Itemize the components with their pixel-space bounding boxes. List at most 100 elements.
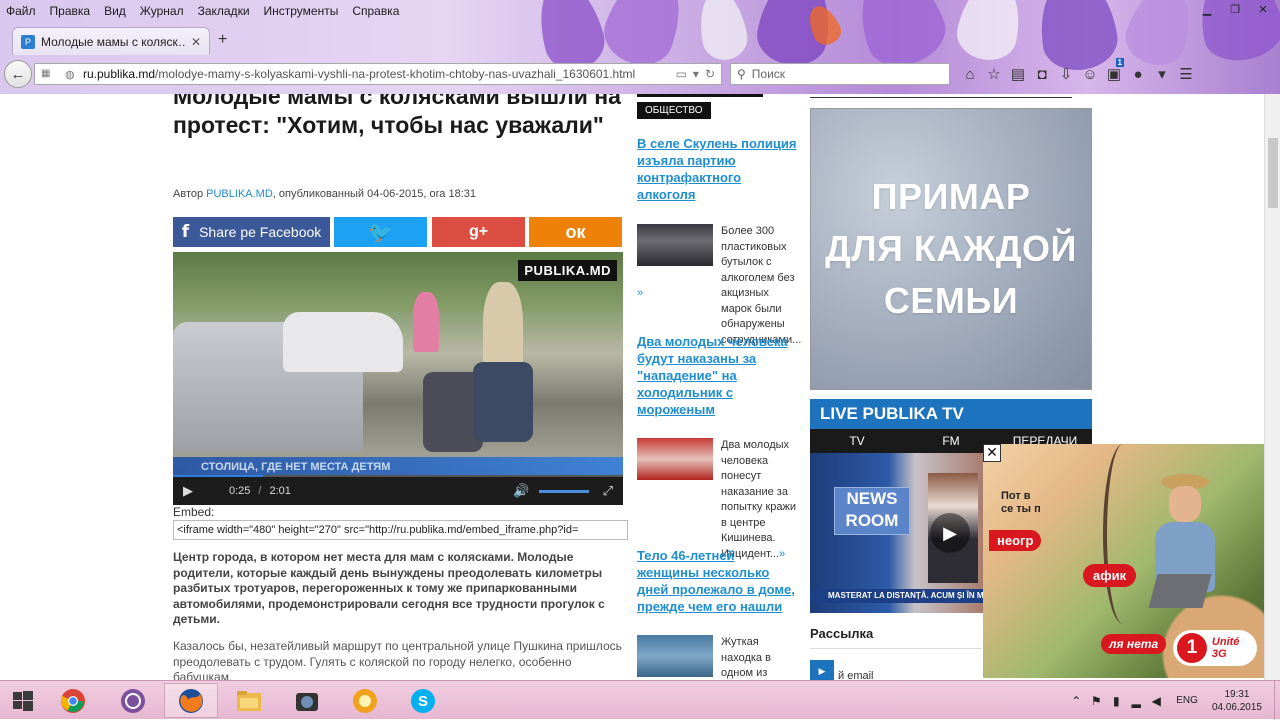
scrollbar-thumb[interactable]	[1268, 138, 1278, 208]
unite-brand: Unité 3G	[1211, 636, 1240, 660]
article-title: Молодые мамы с колясками вышли на протес…	[173, 94, 621, 138]
download-icon[interactable]: ⇩	[1054, 62, 1078, 86]
bookmarks-list-icon[interactable]: ▤	[1006, 62, 1030, 86]
menu-edit[interactable]: Правка	[50, 4, 91, 18]
primar-ad-banner[interactable]: ПРИМАР ДЛЯ КАЖДОЙ СЕМЬИ	[810, 108, 1092, 390]
video-person	[413, 292, 439, 352]
smiley-icon[interactable]: ☺	[1078, 62, 1102, 86]
tab-close-icon[interactable]: ✕	[191, 35, 201, 49]
share-facebook-label: Share pe Facebook	[199, 224, 322, 240]
menu-help[interactable]: Справка	[352, 4, 399, 18]
volume-slider[interactable]	[539, 490, 589, 493]
page-info-icon[interactable]: ▦	[41, 68, 55, 80]
home-icon[interactable]: ⌂	[958, 62, 982, 86]
tab-active[interactable]: P Молодые мамы с коляск… ✕	[12, 27, 210, 55]
back-button[interactable]: ←	[4, 60, 32, 88]
play-icon[interactable]: ▶	[173, 483, 203, 499]
flag-icon[interactable]: ⚑	[1086, 694, 1106, 708]
byline-prefix: Автор	[173, 188, 204, 200]
extension-icon[interactable]: ▣ 1	[1102, 58, 1126, 86]
share-twitter-button[interactable]: 🐦	[334, 217, 427, 247]
video-ticker: СТОЛИЦА, ГДЕ НЕТ МЕСТА ДЕТЯМ	[173, 457, 623, 477]
clock[interactable]: 19:31 04.06.2015	[1212, 688, 1262, 714]
volume-icon[interactable]: 🔊	[513, 483, 529, 499]
news-thumbnail[interactable]	[637, 224, 713, 266]
url-bar[interactable]: ▦ ◍ ru.publika.md/molodye-mamy-s-kolyask…	[34, 63, 722, 85]
news-headline-link[interactable]: Два молодых человека будут наказаны за "…	[637, 333, 797, 418]
floating-ad[interactable]: Пот в се ты п неогр афик ля нета 1 Unité …	[983, 444, 1264, 678]
firefox-app-icon[interactable]	[164, 683, 218, 718]
minimize-button[interactable]: ▁	[1196, 2, 1218, 16]
language-indicator[interactable]: ENG	[1176, 695, 1198, 706]
url-domain: ru.publika.md	[83, 67, 156, 81]
pocket-icon[interactable]: ◘	[1030, 62, 1054, 86]
dropdown-icon[interactable]: ▾	[693, 67, 699, 81]
tray-expand-icon[interactable]: ⌃	[1066, 694, 1086, 708]
news-excerpt: Два молодых человека понесут наказание з…	[721, 438, 797, 562]
tab-strip: P Молодые мамы с коляск… ✕ +	[0, 25, 1280, 55]
video-controls: ▶ 0:25 / 2:01 🔊 ⤢	[173, 477, 623, 505]
news-headline-link[interactable]: В селе Скулень полиция изъяла партию кон…	[637, 135, 797, 203]
ad-text: Пот в се ты п	[1001, 490, 1041, 515]
clock-time: 19:31	[1224, 688, 1250, 700]
news-excerpt-text: Жуткая находка в одном из	[721, 636, 771, 679]
file-explorer-icon[interactable]	[222, 683, 276, 718]
camera-app-icon[interactable]	[280, 683, 334, 718]
live-tv-player[interactable]: NEWS ROOM ▶ MASTERAT LA DISTANȚĂ. ACUM Ș…	[810, 453, 985, 613]
tab-tv[interactable]: TV	[810, 429, 904, 453]
ad-red-label: ля нета	[1101, 634, 1167, 654]
menu-view[interactable]: Вид	[104, 4, 126, 18]
start-button[interactable]	[0, 681, 46, 720]
ad-red-label: неогр	[989, 530, 1042, 551]
skype-app-icon[interactable]: S	[396, 683, 450, 718]
browser-chrome: Файл Правка Вид Журнал Закладки Инструме…	[0, 0, 1280, 94]
primar-ad-text: ПРИМАР ДЛЯ КАЖДОЙ СЕМЬИ	[825, 171, 1077, 327]
section-label[interactable]: ОБЩЕСТВО	[637, 102, 711, 119]
news-more-link[interactable]: »	[637, 287, 643, 299]
show-desktop-button[interactable]	[1274, 681, 1280, 720]
gplus-icon: g+	[468, 223, 489, 240]
windows-logo-icon	[13, 690, 33, 711]
byline-date: , опубликованный 04-06-2015, ora 18:31	[272, 188, 476, 200]
menu-bookmarks[interactable]: Закладки	[198, 4, 250, 18]
embed-code-input[interactable]: <iframe width="480" height="270" src="ht…	[173, 520, 628, 540]
new-tab-button[interactable]: +	[218, 31, 227, 49]
share-gplus-button[interactable]: g+	[432, 217, 525, 247]
tv-play-icon[interactable]: ▶	[930, 513, 970, 553]
share-odnoklassniki-button[interactable]: ок	[529, 217, 622, 247]
ad-tablet	[1148, 574, 1212, 608]
newsletter-title: Рассылка	[810, 626, 874, 641]
volume-tray-icon[interactable]: ◀	[1146, 694, 1166, 708]
reload-icon[interactable]: ↻	[705, 67, 715, 81]
close-window-button[interactable]: ✕	[1252, 2, 1274, 16]
search-input[interactable]: ⚲ Поиск	[730, 63, 950, 85]
news-thumbnail[interactable]	[637, 438, 713, 480]
tab-title: Молодые мамы с коляск…	[41, 34, 187, 49]
share-facebook-button[interactable]: f Share pe Facebook	[173, 217, 330, 247]
reader-view-icon[interactable]: ▭	[676, 67, 687, 81]
news-headline-link[interactable]: Тело 46-летней женщины несколько дней пр…	[637, 547, 797, 615]
network-icon[interactable]: ▂	[1126, 694, 1146, 708]
record-icon[interactable]: ●	[1126, 62, 1150, 86]
news-thumbnail[interactable]	[637, 635, 713, 677]
byline-author-link[interactable]: PUBLIKA.MD	[206, 188, 273, 200]
toolbar-icons: ⌂ ☆ ▤ ◘ ⇩ ☺ ▣ 1 ● ▾ ☰	[958, 58, 1198, 86]
news-excerpt-text: Два молодых человека понесут наказание з…	[721, 439, 797, 560]
video-player[interactable]: PUBLIKA.MD СТОЛИЦА, ГДЕ НЕТ МЕСТА ДЕТЯМ …	[173, 252, 623, 505]
restore-button[interactable]: ❐	[1224, 2, 1246, 16]
fullscreen-icon[interactable]: ⤢	[603, 483, 613, 499]
battery-icon[interactable]: ▮	[1106, 694, 1126, 708]
menu-hamburger-icon[interactable]: ☰	[1174, 62, 1198, 86]
page-scrollbar[interactable]	[1264, 94, 1280, 680]
bookmark-star-icon[interactable]: ☆	[982, 62, 1006, 86]
ad-close-button[interactable]: ✕	[983, 444, 1001, 462]
chrome-app-icon[interactable]	[46, 683, 100, 718]
menu-history[interactable]: Журнал	[140, 4, 184, 18]
viber-app-icon[interactable]	[106, 683, 160, 718]
menu-file[interactable]: Файл	[6, 4, 36, 18]
dropdown-arrow-icon[interactable]: ▾	[1150, 62, 1174, 86]
ad-bicycle	[1103, 444, 1143, 624]
video-time-current: 0:25	[229, 485, 251, 497]
media-app-icon[interactable]	[338, 683, 392, 718]
menu-tools[interactable]: Инструменты	[264, 4, 339, 18]
